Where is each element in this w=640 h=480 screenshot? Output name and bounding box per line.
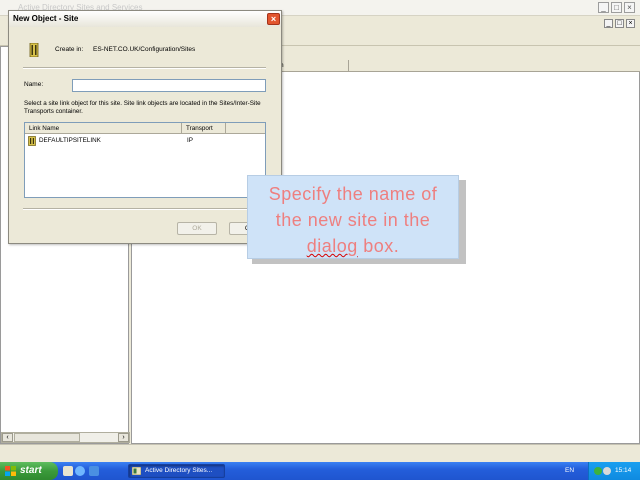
mmc-icon (132, 467, 141, 475)
separator (23, 208, 266, 210)
inner-minimize-button[interactable]: _ (604, 19, 613, 28)
site-link-transport: IP (187, 137, 193, 144)
network-icon[interactable] (594, 467, 602, 475)
ie-icon[interactable] (75, 466, 85, 476)
scroll-right-button[interactable]: › (118, 433, 129, 442)
desktop-icon[interactable] (89, 466, 99, 476)
callout-line: Specify the name of (268, 184, 438, 204)
site-name-input[interactable] (72, 79, 266, 92)
create-in-path: ES-NET.CO.UK/Configuration/Sites (93, 46, 196, 53)
column-header-transport[interactable]: Transport (182, 123, 226, 134)
dialog-titlebar[interactable]: New Object - Site × (9, 11, 281, 27)
site-link-list-header: Link Name Transport (25, 123, 265, 134)
language-indicator[interactable]: EN (565, 467, 574, 474)
instruction-callout: Specify the name of the new site in the … (247, 175, 459, 259)
horizontal-scrollbar[interactable]: ‹ › (1, 432, 130, 443)
status-bar (0, 444, 640, 460)
volume-icon[interactable] (603, 467, 611, 475)
clock: 15:14 (615, 467, 632, 474)
close-button[interactable]: × (624, 2, 635, 13)
system-tray: 15:14 (588, 462, 640, 480)
separator (23, 67, 266, 69)
site-link-row[interactable]: DEFAULTIPSITELINK IP (25, 136, 265, 146)
callout-misspelled-word: dialog (306, 236, 358, 256)
create-in-label: Create in: (55, 46, 84, 53)
taskbar-item-active-directory[interactable]: Active Directory Sites... (128, 464, 225, 478)
minimize-button[interactable]: _ (598, 2, 609, 13)
column-header-description[interactable]: ion (271, 60, 349, 72)
scroll-thumb[interactable] (14, 433, 80, 442)
maximize-button[interactable]: □ (611, 2, 622, 13)
mmc-quicklaunch-icon[interactable] (63, 466, 73, 476)
inner-maximize-button[interactable]: □ (615, 19, 624, 28)
site-link-icon (28, 136, 36, 146)
new-object-site-dialog: New Object - Site × Create in: ES-NET.CO… (8, 10, 282, 244)
windows-flag-icon (5, 466, 16, 476)
callout-line: the new site in the (275, 210, 431, 230)
taskbar-item-label: Active Directory Sites... (145, 467, 213, 474)
scroll-left-button[interactable]: ‹ (2, 433, 13, 442)
dialog-close-button[interactable]: × (267, 13, 280, 25)
site-link-instructions: Select a site link object for this site.… (24, 100, 261, 115)
inner-close-button[interactable]: × (626, 19, 635, 28)
start-button[interactable]: start (0, 462, 58, 480)
site-link-list[interactable]: Link Name Transport DEFAULTIPSITELINK IP (24, 122, 266, 198)
name-label: Name: (24, 81, 44, 88)
site-icon (29, 43, 39, 57)
taskbar: start Active Directory Sites... EN 15:14 (0, 462, 640, 480)
column-header-link-name[interactable]: Link Name (25, 123, 182, 134)
dialog-title: New Object - Site (13, 14, 79, 23)
callout-line-rest: box. (357, 236, 400, 256)
start-label: start (20, 465, 42, 476)
ok-button[interactable]: OK (177, 222, 217, 235)
site-link-name: DEFAULTIPSITELINK (39, 137, 101, 144)
callout-line: dialog box. (248, 233, 458, 259)
